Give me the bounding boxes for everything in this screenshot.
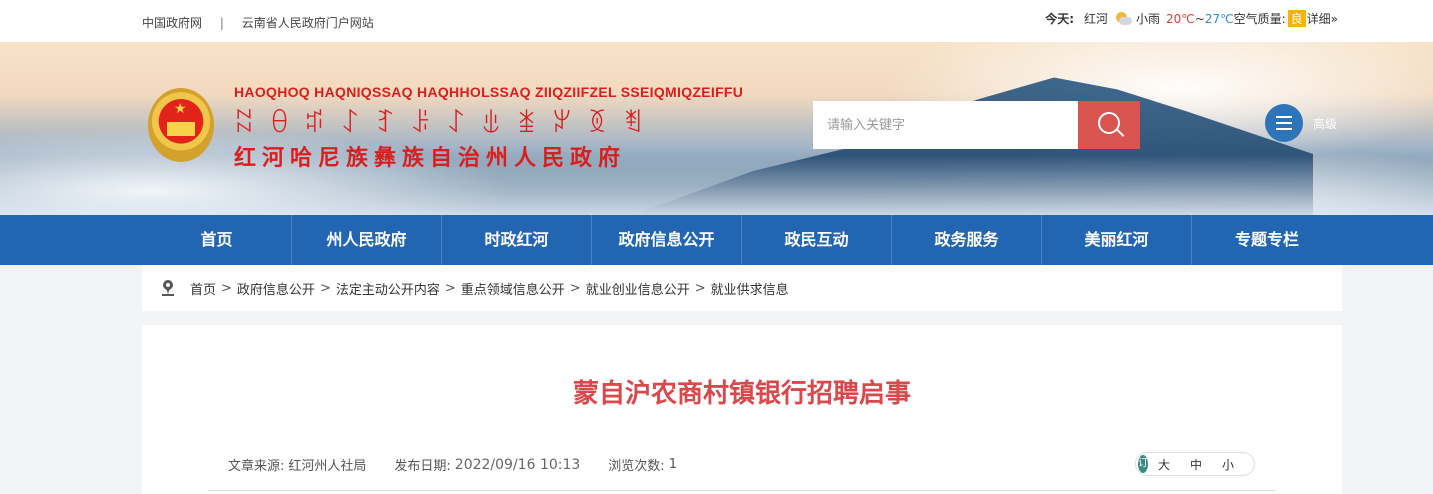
cloud-sun-icon [1114,11,1133,26]
sliders-icon [1265,104,1303,142]
font-size-small[interactable]: 小 [1222,456,1234,473]
views-label: 浏览次数: [608,459,665,474]
link-central-gov[interactable]: 中国政府网 [142,14,202,31]
site-title-yi: ꉆꆪꌪꋍꆈꌠꋍꍓꁧꏃꅉꄮ [234,109,658,139]
views-value: 1 [668,457,677,472]
weather-widget: 今天: 红河 小雨 20℃ ~ 27℃ 空气质量: 良 详细» [1045,10,1338,27]
source-value: 红河州人社局 [288,459,367,474]
nav-item-info-disclosure[interactable]: 政府信息公开 [592,215,742,265]
link-yunnan-gov[interactable]: 云南省人民政府门户网站 [242,14,374,31]
weather-city: 红河 [1084,12,1109,26]
breadcrumb-item[interactable]: 首页 [190,279,216,298]
national-emblem-icon: ★ [148,88,214,162]
banner-mist [0,155,1433,215]
date-value: 2022/09/16 10:13 [454,456,581,473]
article-title: 蒙自沪农商村镇银行招聘启事 [572,379,911,409]
nav-item-interaction[interactable]: 政民互动 [742,215,892,265]
breadcrumb-item[interactable]: 法定主动公开内容 [336,279,440,298]
main-nav: 首页 州人民政府 时政红河 政府信息公开 政民互动 政务服务 美丽红河 专题专栏 [0,215,1433,265]
top-link-separator: | [219,16,224,30]
weather-high: 20℃ [1166,11,1195,26]
date-label: 发布日期: [394,459,451,474]
nav-item-beautiful-honghe[interactable]: 美丽红河 [1042,215,1192,265]
weather-detail-link[interactable]: 详细» [1307,10,1338,27]
source-label: 文章来源: [228,459,285,474]
breadcrumb-item[interactable]: 政府信息公开 [237,279,315,298]
breadcrumb-item[interactable]: 重点领域信息公开 [461,279,565,298]
air-quality-label: 空气质量: [1233,12,1286,26]
air-quality-badge: 良 [1287,10,1306,27]
breadcrumb-item-current[interactable]: 就业供求信息 [711,279,789,298]
weather-low: 27℃ [1204,11,1234,26]
weather-condition: 小雨 [1136,12,1161,26]
advanced-search-button[interactable]: 高级 [1265,104,1337,142]
divider [208,490,1276,491]
advanced-search-label: 高级 [1313,116,1338,131]
nav-item-news[interactable]: 时政红河 [442,215,592,265]
weather-label: 今天: [1045,12,1074,26]
nav-item-government[interactable]: 州人民政府 [292,215,442,265]
search-input[interactable] [813,101,1078,149]
location-pin-icon [162,280,174,296]
subscribe-icon[interactable]: 订 [1138,455,1148,473]
header-banner: ★ HAOQHOQ HAQNIQSSAQ HAQHHOLSSAQ ZIIQZII… [0,42,1433,215]
weather-tilde: ~ [1194,11,1205,26]
article-meta: 文章来源: 红河州人社局 发布日期: 2022/09/16 10:13 浏览次数… [228,455,705,475]
site-title[interactable]: 红河哈尼族彝族自治州人民政府 [234,140,626,172]
search-button[interactable] [1078,101,1140,149]
nav-item-services[interactable]: 政务服务 [892,215,1042,265]
breadcrumb-item[interactable]: 就业创业信息公开 [586,279,690,298]
site-title-pinyin: HAOQHOQ HAQNIQSSAQ HAQHHOLSSAQ ZIIQZIIFZ… [234,84,744,100]
breadcrumb: 首页 > 政府信息公开 > 法定主动公开内容 > 重点领域信息公开 > 就业创业… [142,265,1342,311]
font-size-medium[interactable]: 中 [1190,456,1202,473]
top-bar: 中国政府网 | 云南省人民政府门户网站 今天: 红河 小雨 20℃ ~ 27℃ … [0,0,1433,42]
top-links: 中国政府网 | 云南省人民政府门户网站 [142,14,374,31]
nav-item-topics[interactable]: 专题专栏 [1192,215,1342,265]
nav-item-home[interactable]: 首页 [142,215,292,265]
font-size-large[interactable]: 大 [1158,456,1170,473]
font-size-switcher: 订 大 中 小 [1135,452,1255,476]
article-panel: 蒙自沪农商村镇银行招聘启事 文章来源: 红河州人社局 发布日期: 2022/09… [142,325,1342,494]
